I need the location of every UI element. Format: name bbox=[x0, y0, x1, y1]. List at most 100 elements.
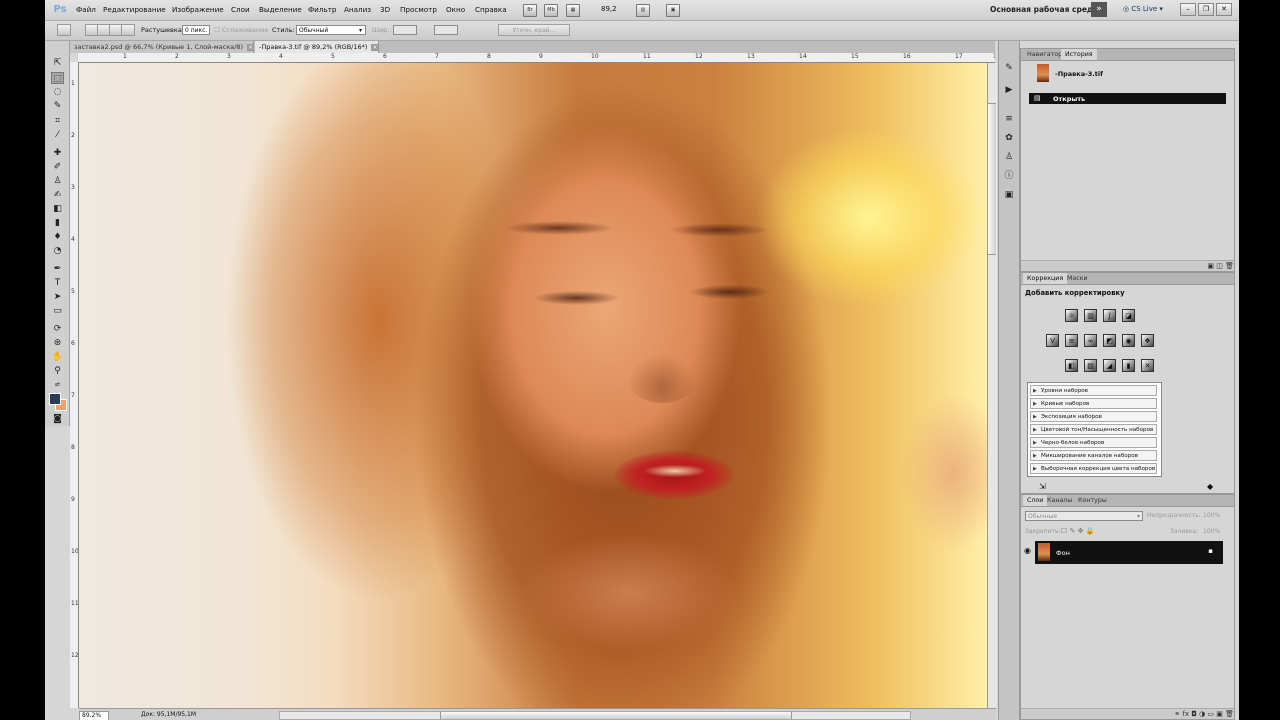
photo-filter-icon[interactable]: ◉ bbox=[1122, 334, 1135, 347]
fill-value[interactable]: 100% bbox=[1203, 528, 1220, 535]
new-layer-icon[interactable]: ▣ bbox=[1216, 710, 1225, 718]
pen-tool-icon[interactable]: ✒ bbox=[51, 263, 64, 275]
new-document-icon[interactable]: ▣ bbox=[1207, 262, 1216, 270]
menu-3d[interactable]: 3D bbox=[380, 5, 390, 14]
quick-mask-icon[interactable]: ◙ bbox=[51, 413, 64, 425]
horizontal-scrollbar[interactable] bbox=[279, 711, 911, 720]
lock-icons[interactable]: ☐ ✎ ✥ 🔒 bbox=[1061, 527, 1094, 535]
zoom-level[interactable]: 89,2 bbox=[601, 5, 617, 13]
lasso-tool-icon[interactable]: ◌ bbox=[51, 86, 64, 98]
menu-select[interactable]: Выделение bbox=[259, 5, 302, 14]
menu-filter[interactable]: Фильтр bbox=[308, 5, 336, 14]
feather-input[interactable]: 0 пикс. bbox=[182, 25, 210, 35]
preset-hue-saturation[interactable]: Цветовой тон/Насыщенность наборов bbox=[1030, 424, 1157, 435]
style-select[interactable]: Обычный ▾ bbox=[296, 25, 366, 35]
cs-live-menu[interactable]: ◎ CS Live ▾ bbox=[1123, 5, 1163, 13]
rectangular-marquee-tool-icon[interactable]: ⬚ bbox=[51, 72, 64, 84]
hue-saturation-icon[interactable]: ≡ bbox=[1065, 334, 1078, 347]
channel-mixer-icon[interactable]: ❖ bbox=[1141, 334, 1154, 347]
foreground-color-swatch[interactable] bbox=[49, 393, 61, 405]
document-size[interactable]: Док: 95,1M/95,1M bbox=[141, 711, 196, 718]
preset-levels[interactable]: Уровни наборов bbox=[1030, 385, 1157, 396]
workspace-name[interactable]: Основная рабочая среда bbox=[990, 5, 1098, 14]
levels-icon[interactable]: ▥ bbox=[1084, 309, 1097, 322]
tab-history[interactable]: История bbox=[1061, 49, 1097, 60]
exposure-icon[interactable]: ◪ bbox=[1122, 309, 1135, 322]
antialias-checkbox[interactable]: ☐ Сглаживание bbox=[214, 26, 268, 34]
close-icon[interactable]: × bbox=[246, 43, 253, 51]
actions-panel-icon[interactable]: ▶ bbox=[1003, 85, 1015, 96]
threshold-icon[interactable]: ◢ bbox=[1103, 359, 1116, 372]
history-panel-icon[interactable]: ✎ bbox=[1003, 63, 1015, 74]
trash-icon[interactable]: 🗑 bbox=[1225, 710, 1234, 718]
screen-mode-icon[interactable]: ▣ bbox=[666, 4, 680, 17]
tab-zastavka[interactable]: заставка2.psd @ 66,7% (Кривые 1, Слой-ма… bbox=[70, 41, 254, 53]
preset-channel-mixer[interactable]: Микширование каналов наборов bbox=[1030, 450, 1157, 461]
properties-panel-icon[interactable]: ≡ bbox=[1003, 114, 1015, 125]
3d-orbit-tool-icon[interactable]: ⊛ bbox=[51, 337, 64, 349]
vertical-scrollbar[interactable] bbox=[987, 63, 997, 708]
layer-row-background[interactable]: Фон ▪ bbox=[1035, 541, 1223, 564]
brush-tool-icon[interactable]: ✐ bbox=[51, 161, 64, 173]
return-to-list-icon[interactable]: ⇲ bbox=[1039, 482, 1046, 491]
zoom-input[interactable]: 89,2% bbox=[79, 711, 109, 720]
tab-adjustments[interactable]: Коррекция bbox=[1023, 273, 1068, 284]
menu-layers[interactable]: Слои bbox=[231, 5, 250, 14]
history-brush-tool-icon[interactable]: ✍ bbox=[51, 189, 64, 201]
mini-bridge-icon[interactable]: Mb bbox=[544, 4, 558, 17]
clone-stamp-tool-icon[interactable]: ♙ bbox=[51, 175, 64, 187]
black-white-icon[interactable]: ◩ bbox=[1103, 334, 1116, 347]
selective-color-icon[interactable]: ✕ bbox=[1141, 359, 1154, 372]
intersect-selection-icon[interactable] bbox=[121, 24, 135, 36]
blend-mode-select[interactable]: Обычные ▾ bbox=[1025, 511, 1143, 521]
marquee-preset-icon[interactable] bbox=[57, 24, 71, 36]
invert-icon[interactable]: ◧ bbox=[1065, 359, 1078, 372]
visibility-eye-icon[interactable]: ◉ bbox=[1024, 546, 1031, 555]
quick-selection-tool-icon[interactable]: ✎ bbox=[51, 100, 64, 112]
close-icon[interactable]: × bbox=[371, 43, 378, 51]
gradient-map-icon[interactable]: ▮ bbox=[1122, 359, 1135, 372]
trash-icon[interactable]: 🗑 bbox=[1225, 262, 1234, 270]
image-panel-icon[interactable]: ▣ bbox=[1003, 190, 1015, 201]
auto-select-mask-icon[interactable]: ◆ bbox=[1207, 482, 1213, 491]
preset-selective-color[interactable]: Выборочная коррекция цвета наборов bbox=[1030, 463, 1157, 474]
preset-exposure[interactable]: Экспозиция наборов bbox=[1030, 411, 1157, 422]
preset-black-white[interactable]: Черно-белое наборов bbox=[1030, 437, 1157, 448]
crop-tool-icon[interactable]: ⌗ bbox=[51, 115, 64, 127]
preset-curves[interactable]: Кривые наборов bbox=[1030, 398, 1157, 409]
posterize-icon[interactable]: ▨ bbox=[1084, 359, 1097, 372]
workspace-more-button[interactable]: » bbox=[1091, 2, 1107, 17]
tab-masks[interactable]: Маски bbox=[1063, 273, 1092, 284]
hand-tool-icon[interactable]: ✋ bbox=[51, 351, 64, 363]
menu-help[interactable]: Справка bbox=[475, 5, 507, 14]
height-input[interactable] bbox=[434, 25, 458, 35]
spot-healing-tool-icon[interactable]: ✚ bbox=[51, 147, 64, 159]
scroll-thumb[interactable] bbox=[988, 103, 996, 255]
view-extras-icon[interactable]: ▦ bbox=[566, 4, 580, 17]
menu-window[interactable]: Окно bbox=[446, 5, 465, 14]
new-group-icon[interactable]: ▭ bbox=[1207, 710, 1216, 718]
close-button[interactable]: ✕ bbox=[1216, 3, 1232, 16]
refine-edge-button[interactable]: Уточн. край... bbox=[498, 24, 570, 36]
type-tool-icon[interactable]: T bbox=[51, 277, 64, 289]
dodge-tool-icon[interactable]: ◔ bbox=[51, 245, 64, 257]
blur-tool-icon[interactable]: ♦ bbox=[51, 231, 64, 243]
swap-colors-icon[interactable]: ⇄ bbox=[51, 379, 64, 391]
fx-icon[interactable]: fx bbox=[1182, 710, 1191, 718]
zoom-tool-icon[interactable]: ⚲ bbox=[51, 365, 64, 377]
rectangle-tool-icon[interactable]: ▭ bbox=[51, 305, 64, 317]
history-snapshot[interactable]: -Правка-3.tif bbox=[1021, 64, 1234, 84]
gradient-tool-icon[interactable]: ▮ bbox=[51, 217, 64, 229]
menu-edit[interactable]: Редактирование bbox=[103, 5, 166, 14]
scroll-thumb[interactable] bbox=[440, 712, 792, 719]
brush-panel-icon[interactable]: ✿ bbox=[1003, 133, 1015, 144]
document-canvas[interactable] bbox=[79, 63, 987, 708]
tab-paths[interactable]: Контуры bbox=[1074, 495, 1111, 506]
bridge-icon[interactable]: Br bbox=[523, 4, 537, 17]
add-mask-icon[interactable]: ◘ bbox=[1191, 710, 1199, 718]
tab-pravka[interactable]: -Правка-3.tif @ 89,2% (RGB/16*) × bbox=[255, 41, 379, 53]
menu-analysis[interactable]: Анализ bbox=[344, 5, 371, 14]
color-balance-icon[interactable]: ∞ bbox=[1084, 334, 1097, 347]
menu-file[interactable]: Файл bbox=[76, 5, 96, 14]
tab-navigator[interactable]: Навигатор bbox=[1023, 49, 1066, 60]
